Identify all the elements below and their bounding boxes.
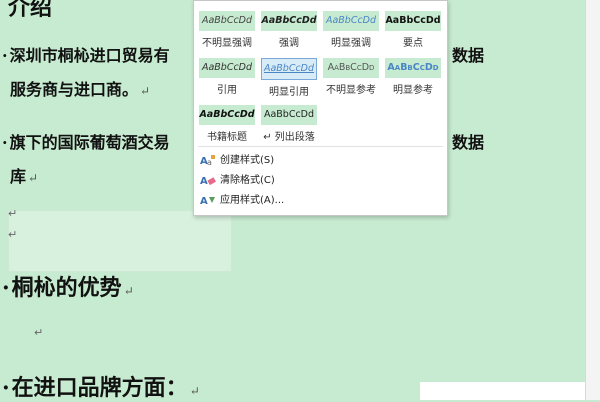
page-edge: [420, 382, 585, 400]
style-subtle-reference[interactable]: AaBbCcDd 不明显参考: [322, 56, 380, 96]
style-intense-reference[interactable]: AaBbCcDd 明显参考: [384, 56, 442, 96]
create-style-menu-item[interactable]: Aa 创建样式(S): [198, 152, 443, 170]
style-emphasis[interactable]: AaBbCcDd 强调: [260, 9, 318, 49]
vertical-scrollbar[interactable]: [585, 0, 600, 400]
apply-styles-menu-item[interactable]: A 应用样式(A)...: [198, 192, 443, 210]
svg-text:A: A: [200, 176, 208, 187]
menu-separator: [198, 146, 443, 147]
style-strong[interactable]: AaBbCcDd 要点: [384, 9, 442, 49]
style-intense-quote[interactable]: AaBbCcDd 明显引用: [260, 56, 318, 98]
heading-import-brands: ·在进口品牌方面： ↵: [2, 375, 200, 401]
style-list-paragraph[interactable]: AaBbCcDd ↵ 列出段落: [260, 103, 318, 143]
paragraph-mark: ↵: [8, 207, 18, 220]
style-quote[interactable]: AaBbCcDd 引用: [198, 56, 256, 96]
create-style-icon: Aa: [200, 153, 216, 167]
svg-text:A: A: [200, 196, 208, 207]
styles-gallery-dropdown: AaBbCcDd 不明显强调 AaBbCcDd 强调 AaBbCcDd 明显强调…: [193, 0, 448, 216]
paragraph-mark: ↵: [8, 228, 18, 241]
style-book-title[interactable]: AaBbCcDd 书籍标题: [198, 103, 256, 143]
heading-intro: 介绍: [8, 0, 53, 21]
para1-line1: · 深圳市桐杺进口贸易有: [2, 46, 170, 65]
para2-line2: 库 ↵: [10, 167, 39, 186]
paragraph-mark: ↵: [34, 326, 44, 339]
para1-line2: 服务商与进口商。 ↵: [10, 80, 151, 99]
clear-format-icon: A: [200, 173, 216, 187]
apply-styles-icon: A: [200, 193, 216, 207]
clear-formatting-menu-item[interactable]: A 清除格式(C): [198, 172, 443, 190]
heading-advantages: ·桐杺的优势 ↵: [2, 275, 134, 301]
style-intense-emphasis[interactable]: AaBbCcDd 明显强调: [322, 9, 380, 49]
para2-line1: · 旗下的国际葡萄酒交易: [2, 133, 170, 152]
style-subtle-emphasis[interactable]: AaBbCcDd 不明显强调: [198, 9, 256, 49]
para1-right: 数据: [452, 46, 485, 65]
para2-right: 数据: [452, 133, 485, 152]
empty-text-region: [8, 210, 232, 272]
svg-text:a: a: [207, 158, 212, 167]
paragraph-mark: ↵: [140, 84, 151, 98]
